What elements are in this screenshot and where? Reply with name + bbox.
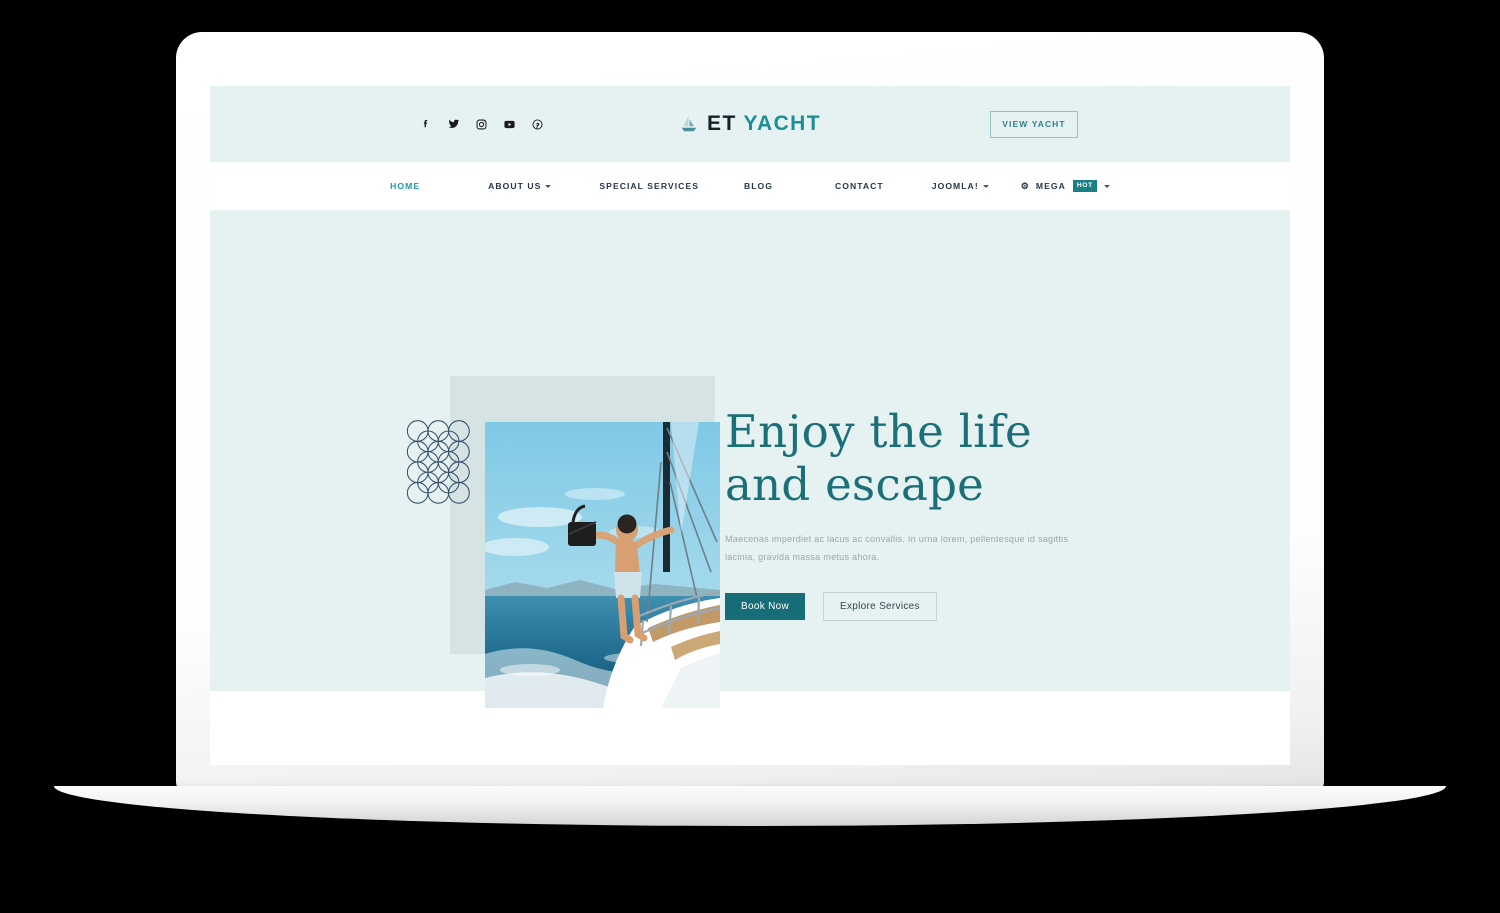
hero-title-line-2: and escape	[725, 457, 985, 511]
nav-label-contact: CONTACT	[835, 181, 884, 191]
nav-item-blog[interactable]: BLOG	[744, 181, 773, 191]
laptop-base	[54, 786, 1446, 826]
nav-item-contact[interactable]: CONTACT	[835, 181, 884, 191]
chevron-down-icon	[545, 184, 552, 188]
hero-actions: Book Now Explore Services	[725, 591, 1145, 621]
nav-item-list: HOME ABOUT US SPECIAL SERVICES BLOG CONT…	[390, 180, 1110, 192]
hero-section: Enjoy the life and escape Maecenas imper…	[210, 211, 1290, 765]
instagram-icon[interactable]	[474, 117, 489, 132]
hero-photo	[485, 422, 720, 708]
chevron-down-icon	[982, 184, 989, 188]
laptop-mockup: ET YACHT VIEW YACHT HOME ABOUT US SPECIA…	[0, 0, 1500, 913]
gear-icon: ⚙	[1020, 180, 1030, 191]
nav-label-about-us: ABOUT US	[488, 181, 542, 191]
site-topbar: ET YACHT VIEW YACHT	[210, 86, 1290, 162]
social-links	[418, 117, 545, 132]
hero-description: Maecenas imperdiet ac lacus ac convallis…	[725, 534, 1069, 562]
service-card-yacht-maintenance[interactable]: Yacht Maintenance View All →	[647, 763, 853, 765]
nav-label-mega: MEGA	[1035, 181, 1066, 191]
man-on-sailboat-photo	[485, 422, 720, 708]
youtube-icon[interactable]	[502, 117, 517, 132]
hot-badge: HOT	[1072, 180, 1097, 192]
nav-label-home: HOME	[390, 181, 421, 191]
book-now-button[interactable]: Book Now	[725, 592, 805, 620]
nav-item-special-services[interactable]: SPECIAL SERVICES	[599, 181, 699, 191]
nav-item-about-us[interactable]: ABOUT US	[488, 181, 552, 191]
brand-name: ET YACHT	[707, 112, 821, 136]
interlocking-circles-pattern-icon	[406, 420, 470, 504]
hero-visual	[406, 376, 725, 708]
brand-prefix: ET	[707, 112, 737, 135]
chevron-down-icon	[1103, 184, 1110, 188]
pinterest-icon[interactable]	[530, 117, 545, 132]
nav-item-joomla[interactable]: JOOMLA!	[932, 181, 989, 191]
service-card-waste-management[interactable]: Waste Management View All →	[873, 763, 1079, 765]
hero-title-line-1: Enjoy the life	[725, 405, 1032, 458]
service-card-fueling-services[interactable]: Fueling Services View All →	[421, 763, 627, 765]
sailboat-icon	[681, 116, 697, 132]
nav-label-blog: BLOG	[743, 181, 774, 191]
service-cards: Fueling Services View All →	[210, 763, 1290, 765]
nav-item-home[interactable]: HOME	[390, 181, 420, 191]
nav-item-mega[interactable]: ⚙ MEGA HOT	[1020, 180, 1110, 192]
nav-label-special-services: SPECIAL SERVICES	[599, 181, 699, 191]
view-yacht-button[interactable]: VIEW YACHT	[990, 110, 1078, 138]
main-navigation: HOME ABOUT US SPECIAL SERVICES BLOG CONT…	[210, 162, 1290, 211]
explore-services-button[interactable]: Explore Services	[822, 591, 937, 621]
twitter-icon[interactable]	[446, 117, 461, 132]
hero-copy: Enjoy the life and escape Maecenas imper…	[725, 405, 1145, 621]
site-logo[interactable]: ET YACHT	[210, 112, 1290, 136]
browser-screen: ET YACHT VIEW YACHT HOME ABOUT US SPECIA…	[210, 86, 1290, 765]
brand-suffix: YACHT	[743, 112, 821, 135]
page-title: Enjoy the life and escape	[725, 405, 1145, 511]
nav-label-joomla: JOOMLA!	[931, 181, 979, 191]
facebook-icon[interactable]	[418, 117, 433, 132]
